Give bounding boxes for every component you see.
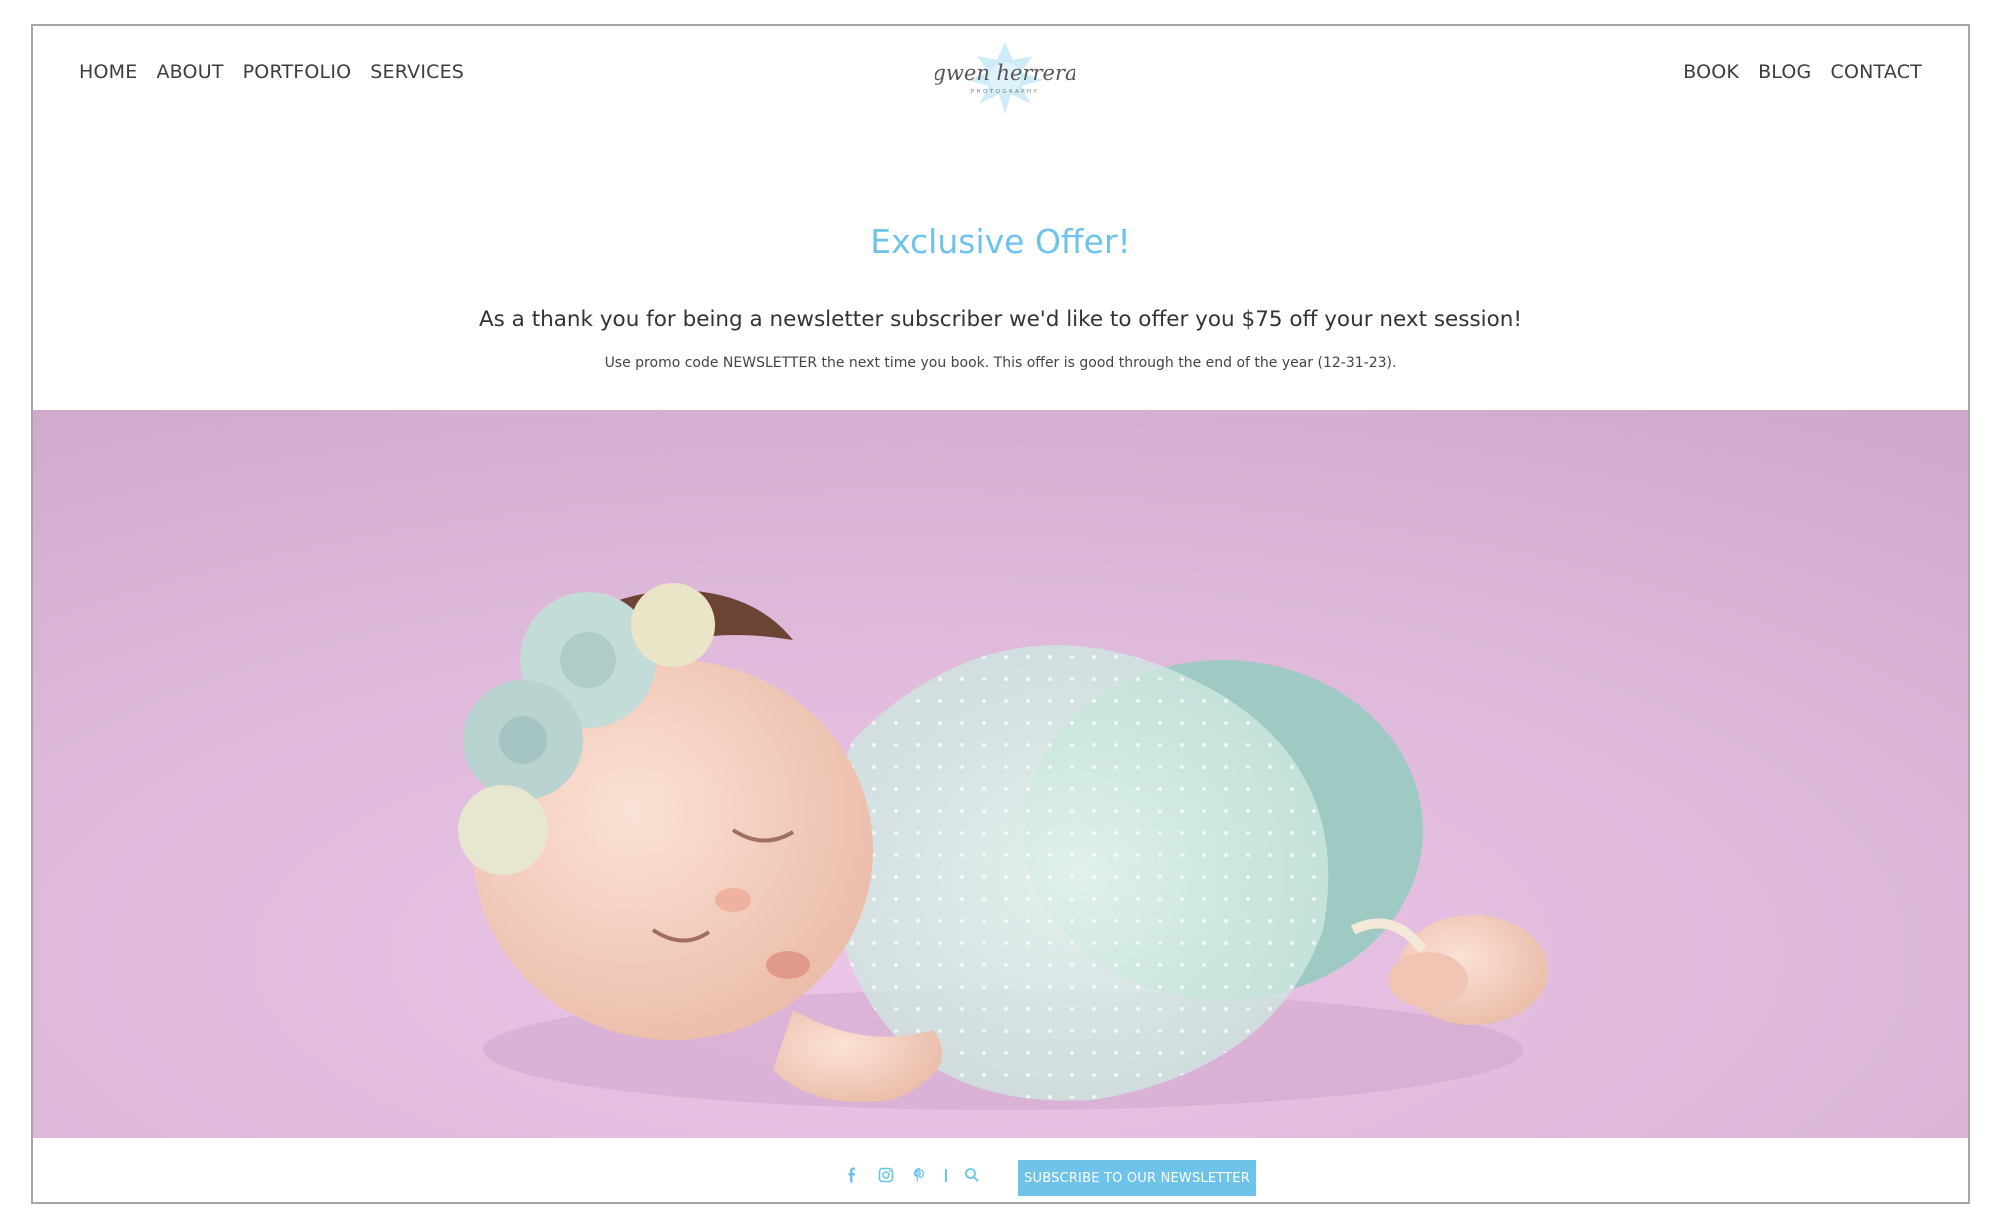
nav-link-book[interactable]: BOOK <box>1683 61 1739 83</box>
logo-tagline-text: PHOTOGRAPHY <box>971 89 1039 95</box>
nav-link-portfolio[interactable]: PORTFOLIO <box>243 61 352 83</box>
offer-lead-text: As a thank you for being a newsletter su… <box>478 307 1523 332</box>
offer-promo-note: Use promo code NEWSLETTER the next time … <box>604 355 1397 371</box>
social-links <box>843 1166 981 1184</box>
logo-script-text: gwen herrera <box>935 61 1075 85</box>
page-frame: HOME ABOUT PORTFOLIO SERVICES gwen herre… <box>31 24 1970 1204</box>
nav-link-contact[interactable]: CONTACT <box>1830 61 1922 83</box>
nav-item-contact: CONTACT <box>1830 61 1922 83</box>
site-footer: SUBSCRIBE TO OUR NEWSLETTER <box>33 1138 1968 1202</box>
site-logo[interactable]: gwen herrera PHOTOGRAPHY <box>932 36 1078 120</box>
nav-link-blog[interactable]: BLOG <box>1758 61 1811 83</box>
hero-photo <box>33 410 1968 1138</box>
nav-link-home[interactable]: HOME <box>79 61 137 83</box>
nav-item-blog: BLOG <box>1758 61 1811 83</box>
nav-link-about[interactable]: ABOUT <box>156 61 223 83</box>
search-icon[interactable] <box>963 1166 981 1184</box>
instagram-icon[interactable] <box>877 1166 895 1184</box>
primary-nav-left: HOME ABOUT PORTFOLIO SERVICES <box>79 61 464 83</box>
nav-item-services: SERVICES <box>370 61 464 83</box>
site-header: HOME ABOUT PORTFOLIO SERVICES gwen herre… <box>33 26 1968 126</box>
subscribe-newsletter-button[interactable]: SUBSCRIBE TO OUR NEWSLETTER <box>1018 1160 1256 1196</box>
nav-item-book: BOOK <box>1683 61 1739 83</box>
nav-link-services[interactable]: SERVICES <box>370 61 464 83</box>
social-divider <box>945 1168 947 1182</box>
logo-mark: gwen herrera PHOTOGRAPHY <box>932 42 1078 114</box>
nav-item-home: HOME <box>79 61 137 83</box>
newborn-photo-illustration <box>33 410 1968 1138</box>
primary-nav-right: BOOK BLOG CONTACT <box>1683 61 1922 83</box>
facebook-icon[interactable] <box>843 1166 861 1184</box>
pinterest-icon[interactable] <box>911 1166 929 1184</box>
nav-item-portfolio: PORTFOLIO <box>243 61 352 83</box>
offer-title: Exclusive Offer! <box>870 222 1131 261</box>
nav-item-about: ABOUT <box>156 61 223 83</box>
